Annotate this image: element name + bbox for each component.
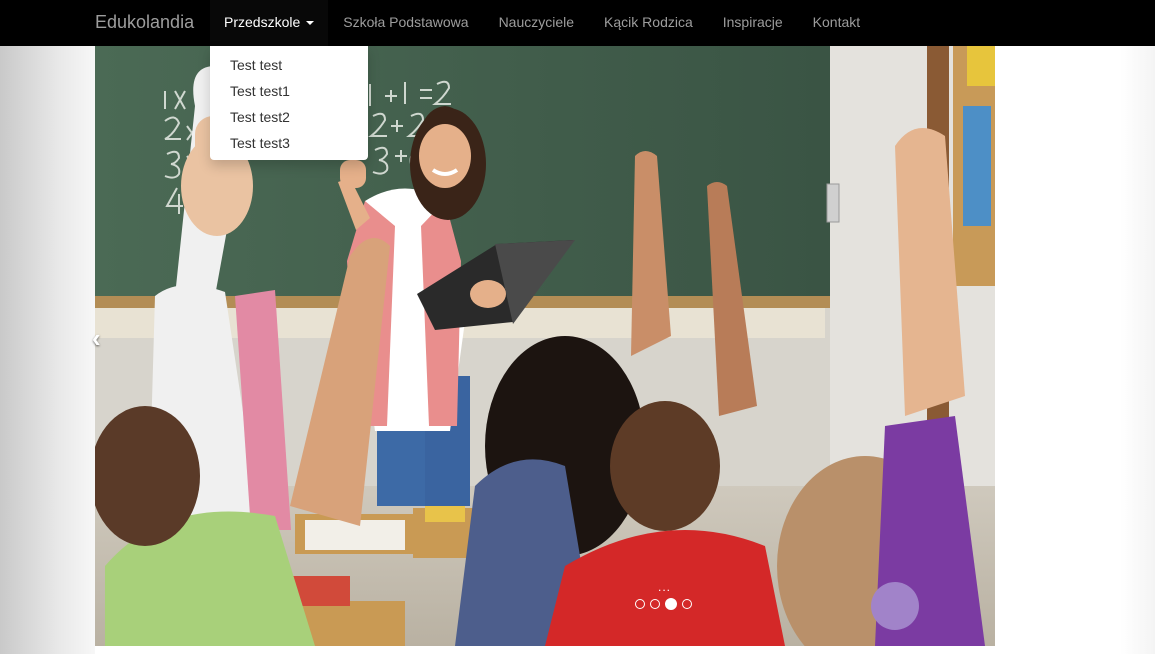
carousel-indicators <box>635 598 692 610</box>
chevron-left-icon: ‹ <box>92 323 101 353</box>
carousel-indicator-active[interactable] <box>665 598 677 610</box>
carousel-indicator[interactable] <box>650 599 660 609</box>
dropdown-item[interactable]: Test test3 <box>210 130 368 156</box>
nav-item-label: Przedszkole <box>224 14 301 30</box>
dropdown-menu: Test test Test test1 Test test2 Test tes… <box>210 46 368 160</box>
nav-item-kontakt[interactable]: Kontakt <box>798 0 875 46</box>
nav-item-szkola-podstawowa[interactable]: Szkoła Podstawowa <box>328 0 483 46</box>
carousel-indicator[interactable] <box>635 599 645 609</box>
dropdown-item[interactable]: Test test1 <box>210 78 368 104</box>
navbar: Edukolandia Przedszkole Szkoła Podstawow… <box>0 0 1155 46</box>
carousel-caption: ... <box>658 580 672 594</box>
nav-item-nauczyciele[interactable]: Nauczyciele <box>484 0 589 46</box>
caret-down-icon <box>306 21 315 26</box>
nav-item-przedszkole[interactable]: Przedszkole <box>210 0 329 46</box>
carousel-indicator[interactable] <box>682 599 692 609</box>
brand-logo[interactable]: Edukolandia <box>95 0 194 46</box>
nav-item-inspiracje[interactable]: Inspiracje <box>708 0 798 46</box>
dropdown-item[interactable]: Test test2 <box>210 104 368 130</box>
carousel-prev-button[interactable]: ‹ <box>92 323 114 353</box>
dropdown-item[interactable]: Test test <box>210 52 368 78</box>
nav-item-kacik-rodzica[interactable]: Kącik Rodzica <box>589 0 708 46</box>
main-nav: Przedszkole Szkoła Podstawowa Nauczyciel… <box>210 0 875 46</box>
